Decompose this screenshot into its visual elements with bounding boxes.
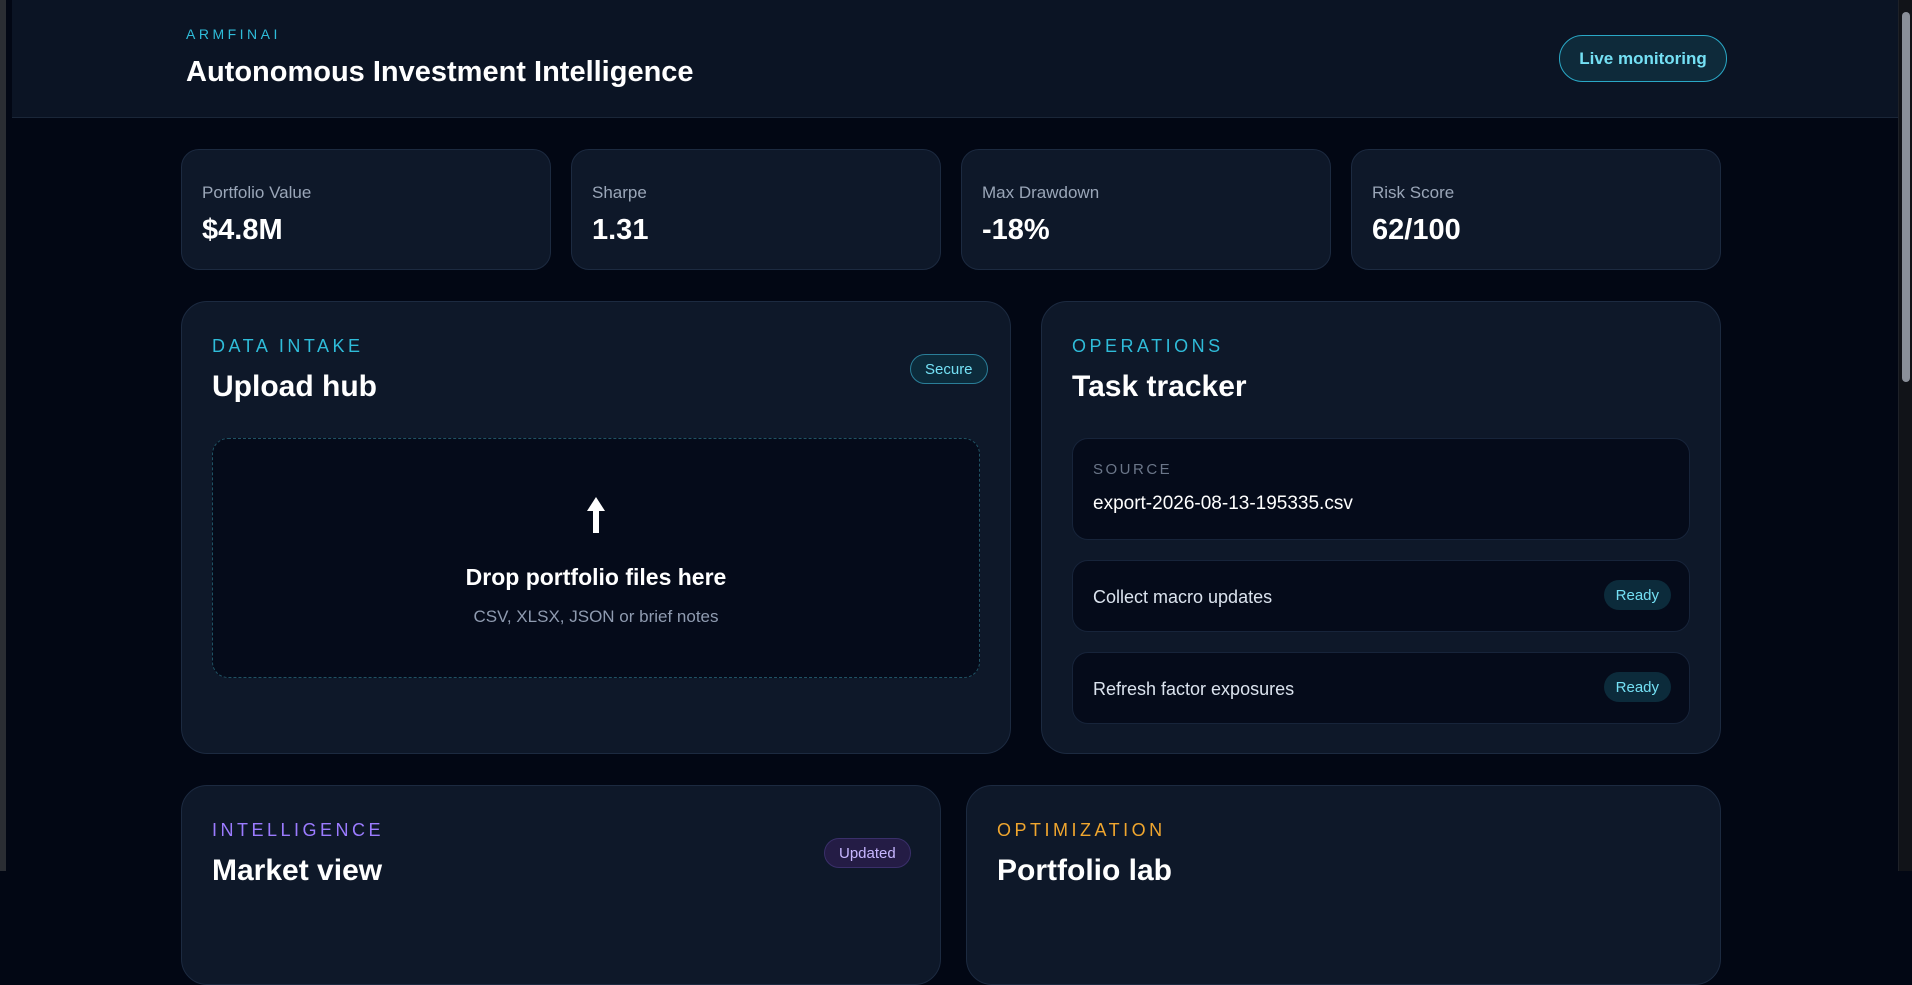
- market-view-panel: INTELLIGENCE Market view Updated: [181, 785, 941, 985]
- upload-arrow-icon: [213, 495, 979, 540]
- stat-label: Max Drawdown: [982, 183, 1100, 202]
- source-box: SOURCE export-2026-08-13-195335.csv: [1072, 438, 1690, 540]
- panel-eyebrow: OPERATIONS: [1072, 336, 1224, 356]
- panel-eyebrow: OPTIMIZATION: [997, 820, 1166, 840]
- brand-name: ARMFINAI: [186, 26, 281, 42]
- scrollbar-thumb[interactable]: [1902, 12, 1910, 382]
- dropzone-hint: CSV, XLSX, JSON or brief notes: [473, 607, 719, 626]
- panel-title: Task tracker: [1072, 370, 1247, 403]
- stat-card-sharpe: Sharpe 1.31: [571, 149, 941, 270]
- panel-title: Market view: [212, 854, 383, 887]
- page-title: Autonomous Investment Intelligence: [186, 56, 694, 88]
- stat-value: -18%: [982, 214, 1050, 246]
- stat-card-max-drawdown: Max Drawdown -18%: [961, 149, 1331, 270]
- status-badge: Ready: [1603, 580, 1671, 610]
- top-header: ARMFINAI Autonomous Investment Intellige…: [12, 0, 1904, 118]
- source-filename: export-2026-08-13-195335.csv: [1093, 493, 1353, 514]
- panel-title: Portfolio lab: [997, 854, 1172, 887]
- stat-card-risk-score: Risk Score 62/100: [1351, 149, 1721, 270]
- stat-label: Sharpe: [592, 183, 647, 202]
- stat-label: Risk Score: [1372, 183, 1455, 202]
- vertical-scrollbar[interactable]: [1898, 0, 1912, 871]
- file-dropzone[interactable]: Drop portfolio files here CSV, XLSX, JSO…: [212, 438, 980, 678]
- task-label: Collect macro updates: [1093, 587, 1273, 607]
- stat-value: $4.8M: [202, 214, 283, 246]
- status-badge: Ready: [1603, 672, 1671, 702]
- source-label: SOURCE: [1093, 461, 1173, 478]
- stat-value: 62/100: [1372, 214, 1461, 246]
- stat-value: 1.31: [592, 214, 649, 246]
- portfolio-lab-panel: OPTIMIZATION Portfolio lab: [966, 785, 1721, 985]
- app-window: ARMFINAI Autonomous Investment Intellige…: [0, 0, 1912, 985]
- secure-badge: Secure: [910, 354, 988, 384]
- task-tracker-panel: OPERATIONS Task tracker SOURCE export-20…: [1041, 301, 1721, 754]
- dropzone-title: Drop portfolio files here: [465, 564, 727, 590]
- task-label: Refresh factor exposures: [1093, 679, 1295, 699]
- panel-eyebrow: DATA INTAKE: [212, 336, 364, 356]
- live-monitoring-button[interactable]: Live monitoring: [1559, 35, 1727, 82]
- task-item-refresh-factor[interactable]: Refresh factor exposures Ready: [1072, 652, 1690, 724]
- stat-card-portfolio-value: Portfolio Value $4.8M: [181, 149, 551, 270]
- panel-eyebrow: INTELLIGENCE: [212, 820, 385, 840]
- updated-badge: Updated: [824, 838, 911, 868]
- panel-title: Upload hub: [212, 370, 377, 403]
- stat-label: Portfolio Value: [202, 183, 312, 202]
- upload-hub-panel: DATA INTAKE Upload hub Secure Drop portf…: [181, 301, 1011, 754]
- task-item-collect-macro[interactable]: Collect macro updates Ready: [1072, 560, 1690, 632]
